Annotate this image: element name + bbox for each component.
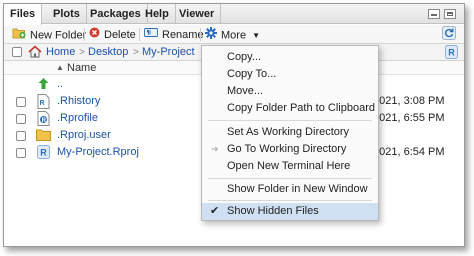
menu-item-label: Show Hidden Files	[227, 205, 319, 217]
svg-text:R: R	[40, 148, 47, 158]
menu-item-copy-to[interactable]: Copy To...	[202, 66, 378, 83]
select-all-checkbox[interactable]	[12, 47, 22, 57]
file-modified: 2021, 3:08 PM	[373, 95, 445, 107]
r-project-icon: R	[37, 145, 50, 162]
delete-button[interactable]: Delete	[89, 27, 136, 42]
file-name[interactable]: .Rprofile	[57, 110, 98, 127]
new-folder-label: New Folder	[30, 29, 87, 42]
home-icon[interactable]	[28, 45, 42, 61]
toolbar-divider	[84, 28, 85, 41]
checkmark-icon: ✔	[210, 205, 220, 217]
svg-text:R: R	[42, 118, 47, 124]
file-modified: 2021, 6:55 PM	[373, 112, 445, 124]
tab-packages-label: Packages	[90, 8, 141, 20]
menu-item-label: Move...	[227, 85, 264, 97]
pane-tab-bar: Files Plots Packages Help Viewer	[4, 4, 464, 25]
more-label: More	[221, 29, 247, 42]
file-modified: 2021, 6:54 PM	[373, 146, 445, 158]
menu-item-move[interactable]: Move...	[202, 83, 378, 100]
svg-text:R: R	[40, 100, 45, 107]
tab-help-label: Help	[145, 8, 169, 20]
breadcrumb-desktop[interactable]: Desktop	[88, 45, 128, 60]
menu-item-label: Go To Working Directory	[227, 143, 347, 155]
menu-item-copy[interactable]: Copy...	[202, 49, 378, 66]
gear-icon	[205, 27, 217, 44]
file-name[interactable]: .Rproj.user	[57, 127, 111, 144]
chevron-down-icon: ▼	[252, 31, 261, 41]
menu-item-go-to-working-directory[interactable]: ➜ Go To Working Directory	[202, 141, 378, 158]
rename-icon	[144, 27, 158, 43]
more-dropdown-menu: Copy... Copy To... Move... Copy Folder P…	[201, 45, 379, 221]
file-checkbox[interactable]	[16, 131, 26, 141]
up-arrow-icon	[37, 77, 50, 94]
folder-icon	[36, 129, 51, 144]
maximize-icon	[447, 12, 453, 16]
menu-item-label: Set As Working Directory	[227, 126, 350, 138]
menu-item-label: Copy To...	[227, 68, 277, 80]
sort-ascending-icon[interactable]: ▲	[56, 62, 64, 74]
name-column-header[interactable]: Name	[67, 61, 96, 75]
menu-item-label: Open New Terminal Here	[227, 160, 351, 172]
file-checkbox[interactable]	[16, 114, 26, 124]
tab-files[interactable]: Files	[4, 4, 43, 25]
menu-item-open-new-terminal[interactable]: Open New Terminal Here	[202, 158, 378, 175]
file-name[interactable]: ..	[57, 76, 63, 93]
files-pane: Files Plots Packages Help Viewer New Fol…	[3, 3, 465, 247]
breadcrumb-separator: >	[133, 47, 139, 58]
refresh-button[interactable]	[442, 26, 456, 41]
delete-icon	[89, 27, 100, 43]
rename-button[interactable]: Rename	[144, 27, 204, 42]
breadcrumb-separator: >	[79, 47, 85, 58]
menu-item-set-working-directory[interactable]: Set As Working Directory	[202, 124, 378, 141]
new-folder-icon	[12, 27, 26, 44]
menu-item-label: Show Folder in New Window	[227, 183, 368, 195]
file-checkbox[interactable]	[16, 97, 26, 107]
tab-viewer[interactable]: Viewer	[173, 4, 222, 24]
maximize-pane-button[interactable]	[444, 9, 456, 19]
more-button[interactable]: More ▼	[205, 27, 260, 42]
menu-item-show-folder-new-window[interactable]: Show Folder in New Window	[202, 181, 378, 198]
menu-separator	[208, 200, 372, 201]
refresh-icon	[442, 26, 456, 43]
tab-plots-label: Plots	[53, 8, 80, 20]
minimize-pane-button[interactable]	[428, 9, 440, 19]
toolbar-divider	[139, 28, 140, 41]
tab-files-label: Files	[10, 8, 36, 20]
file-name[interactable]: .Rhistory	[57, 93, 100, 110]
menu-item-label: Copy...	[227, 51, 262, 63]
breadcrumb-home[interactable]: Home	[46, 45, 75, 60]
files-toolbar: New Folder Delete Rename More ▼	[4, 25, 464, 44]
menu-item-label: Copy Folder Path to Clipboard	[227, 102, 375, 114]
menu-item-show-hidden-files[interactable]: ✔ Show Hidden Files	[202, 203, 378, 220]
breadcrumb-project[interactable]: My-Project	[142, 45, 195, 60]
r-project-icon[interactable]: R	[445, 45, 458, 62]
delete-label: Delete	[104, 28, 136, 41]
file-name[interactable]: My-Project.Rproj	[57, 144, 139, 161]
minimize-icon	[431, 14, 437, 16]
go-to-arrow-icon: ➜	[211, 144, 219, 154]
tab-help[interactable]: Help	[139, 4, 176, 24]
rename-label: Rename	[162, 28, 204, 41]
file-checkbox[interactable]	[16, 148, 26, 158]
menu-item-copy-folder-path[interactable]: Copy Folder Path to Clipboard	[202, 100, 378, 117]
new-folder-button[interactable]: New Folder	[12, 27, 86, 42]
menu-separator	[208, 178, 372, 179]
toolbar-divider	[200, 28, 201, 41]
tab-viewer-label: Viewer	[179, 8, 215, 20]
tab-plots[interactable]: Plots	[47, 4, 87, 24]
menu-separator	[208, 120, 372, 121]
svg-text:R: R	[448, 48, 455, 58]
